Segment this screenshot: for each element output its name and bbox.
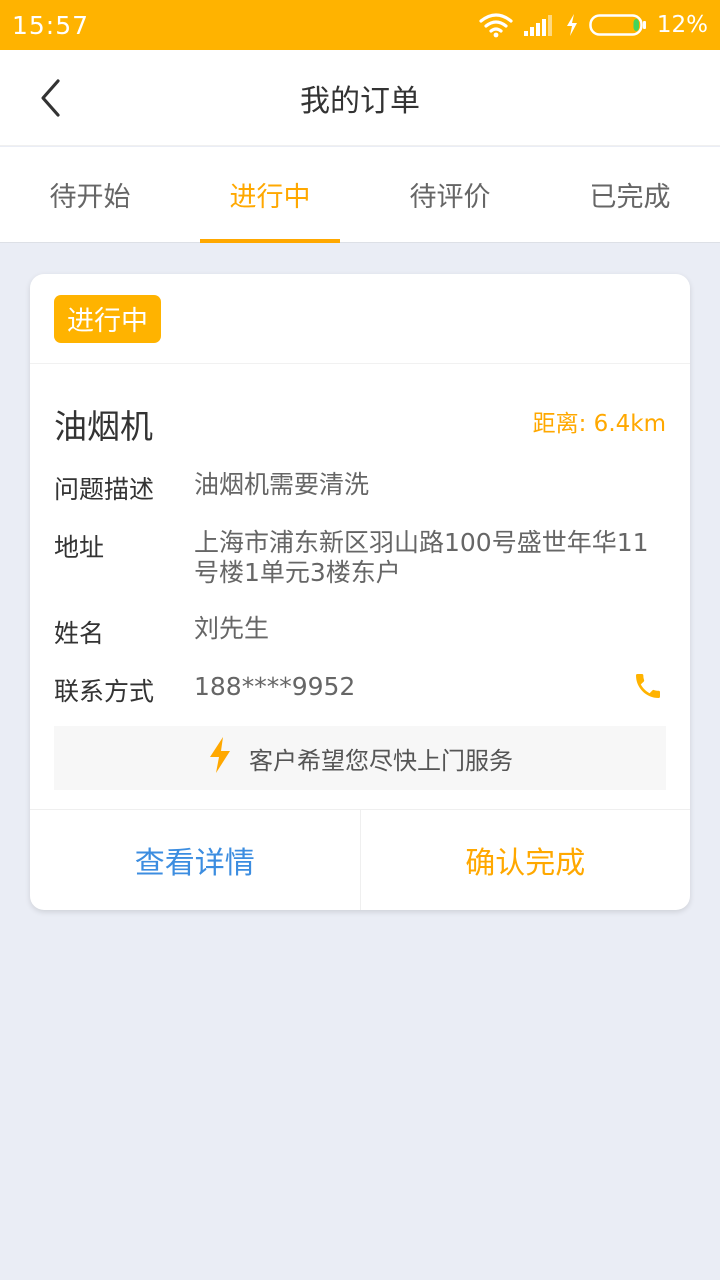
contact-value: 188****9952 — [194, 672, 356, 701]
tab-pending-review[interactable]: 待评价 — [360, 147, 540, 242]
charging-icon — [565, 13, 579, 37]
problem-value: 油烟机需要清洗 — [194, 470, 370, 499]
order-card-body: 油烟机 距离: 6.4km 问题描述 油烟机需要清洗 地址 上海市浦东新区羽山路… — [30, 364, 690, 808]
urgent-notice: 客户希望您尽快上门服务 — [54, 726, 666, 790]
distance-label: 距离: 6.4km — [532, 411, 666, 437]
nav-bar: 我的订单 — [0, 50, 720, 146]
address-value: 上海市浦东新区羽山路100号盛世年华11号楼1单元3楼东户 — [194, 528, 649, 587]
battery-icon — [589, 13, 647, 37]
signal-icon — [523, 13, 555, 37]
tab-in-progress[interactable]: 进行中 — [180, 147, 360, 243]
view-details-button[interactable]: 查看详情 — [30, 810, 361, 910]
chevron-left-icon — [38, 78, 62, 122]
call-button[interactable] — [630, 670, 666, 706]
card-actions: 查看详情 确认完成 — [30, 809, 690, 910]
service-name: 油烟机 — [54, 407, 153, 446]
status-icons: 12% — [479, 12, 708, 38]
order-tabs: 待开始 进行中 待评价 已完成 — [0, 147, 720, 243]
confirm-complete-button[interactable]: 确认完成 — [361, 810, 691, 910]
status-bar: 15:57 12% — [0, 0, 720, 50]
contact-row: 联系方式 188****9952 — [54, 672, 666, 708]
battery-percent: 12% — [656, 12, 708, 38]
address-row: 地址 上海市浦东新区羽山路100号盛世年华11号楼1单元3楼东户 — [54, 528, 666, 588]
status-time: 15:57 — [12, 10, 90, 40]
status-badge: 进行中 — [54, 294, 161, 343]
name-label: 姓名 — [54, 619, 105, 648]
problem-label: 问题描述 — [54, 475, 155, 504]
address-label: 地址 — [54, 533, 105, 562]
lightning-icon — [207, 736, 233, 780]
wifi-icon — [479, 12, 513, 38]
name-value: 刘先生 — [194, 614, 270, 643]
phone-icon — [632, 670, 664, 706]
order-card-header: 进行中 — [30, 274, 690, 364]
name-row: 姓名 刘先生 — [54, 614, 666, 650]
back-button[interactable] — [24, 74, 76, 126]
page-title: 我的订单 — [300, 84, 420, 119]
tab-completed[interactable]: 已完成 — [540, 147, 720, 242]
order-card: 进行中 油烟机 距离: 6.4km 问题描述 油烟机需要清洗 地址 上海市浦东新… — [30, 274, 690, 910]
tab-pending-start[interactable]: 待开始 — [0, 147, 180, 242]
notice-text: 客户希望您尽快上门服务 — [249, 746, 513, 775]
problem-row: 问题描述 油烟机需要清洗 — [54, 470, 666, 506]
contact-label: 联系方式 — [54, 677, 155, 706]
